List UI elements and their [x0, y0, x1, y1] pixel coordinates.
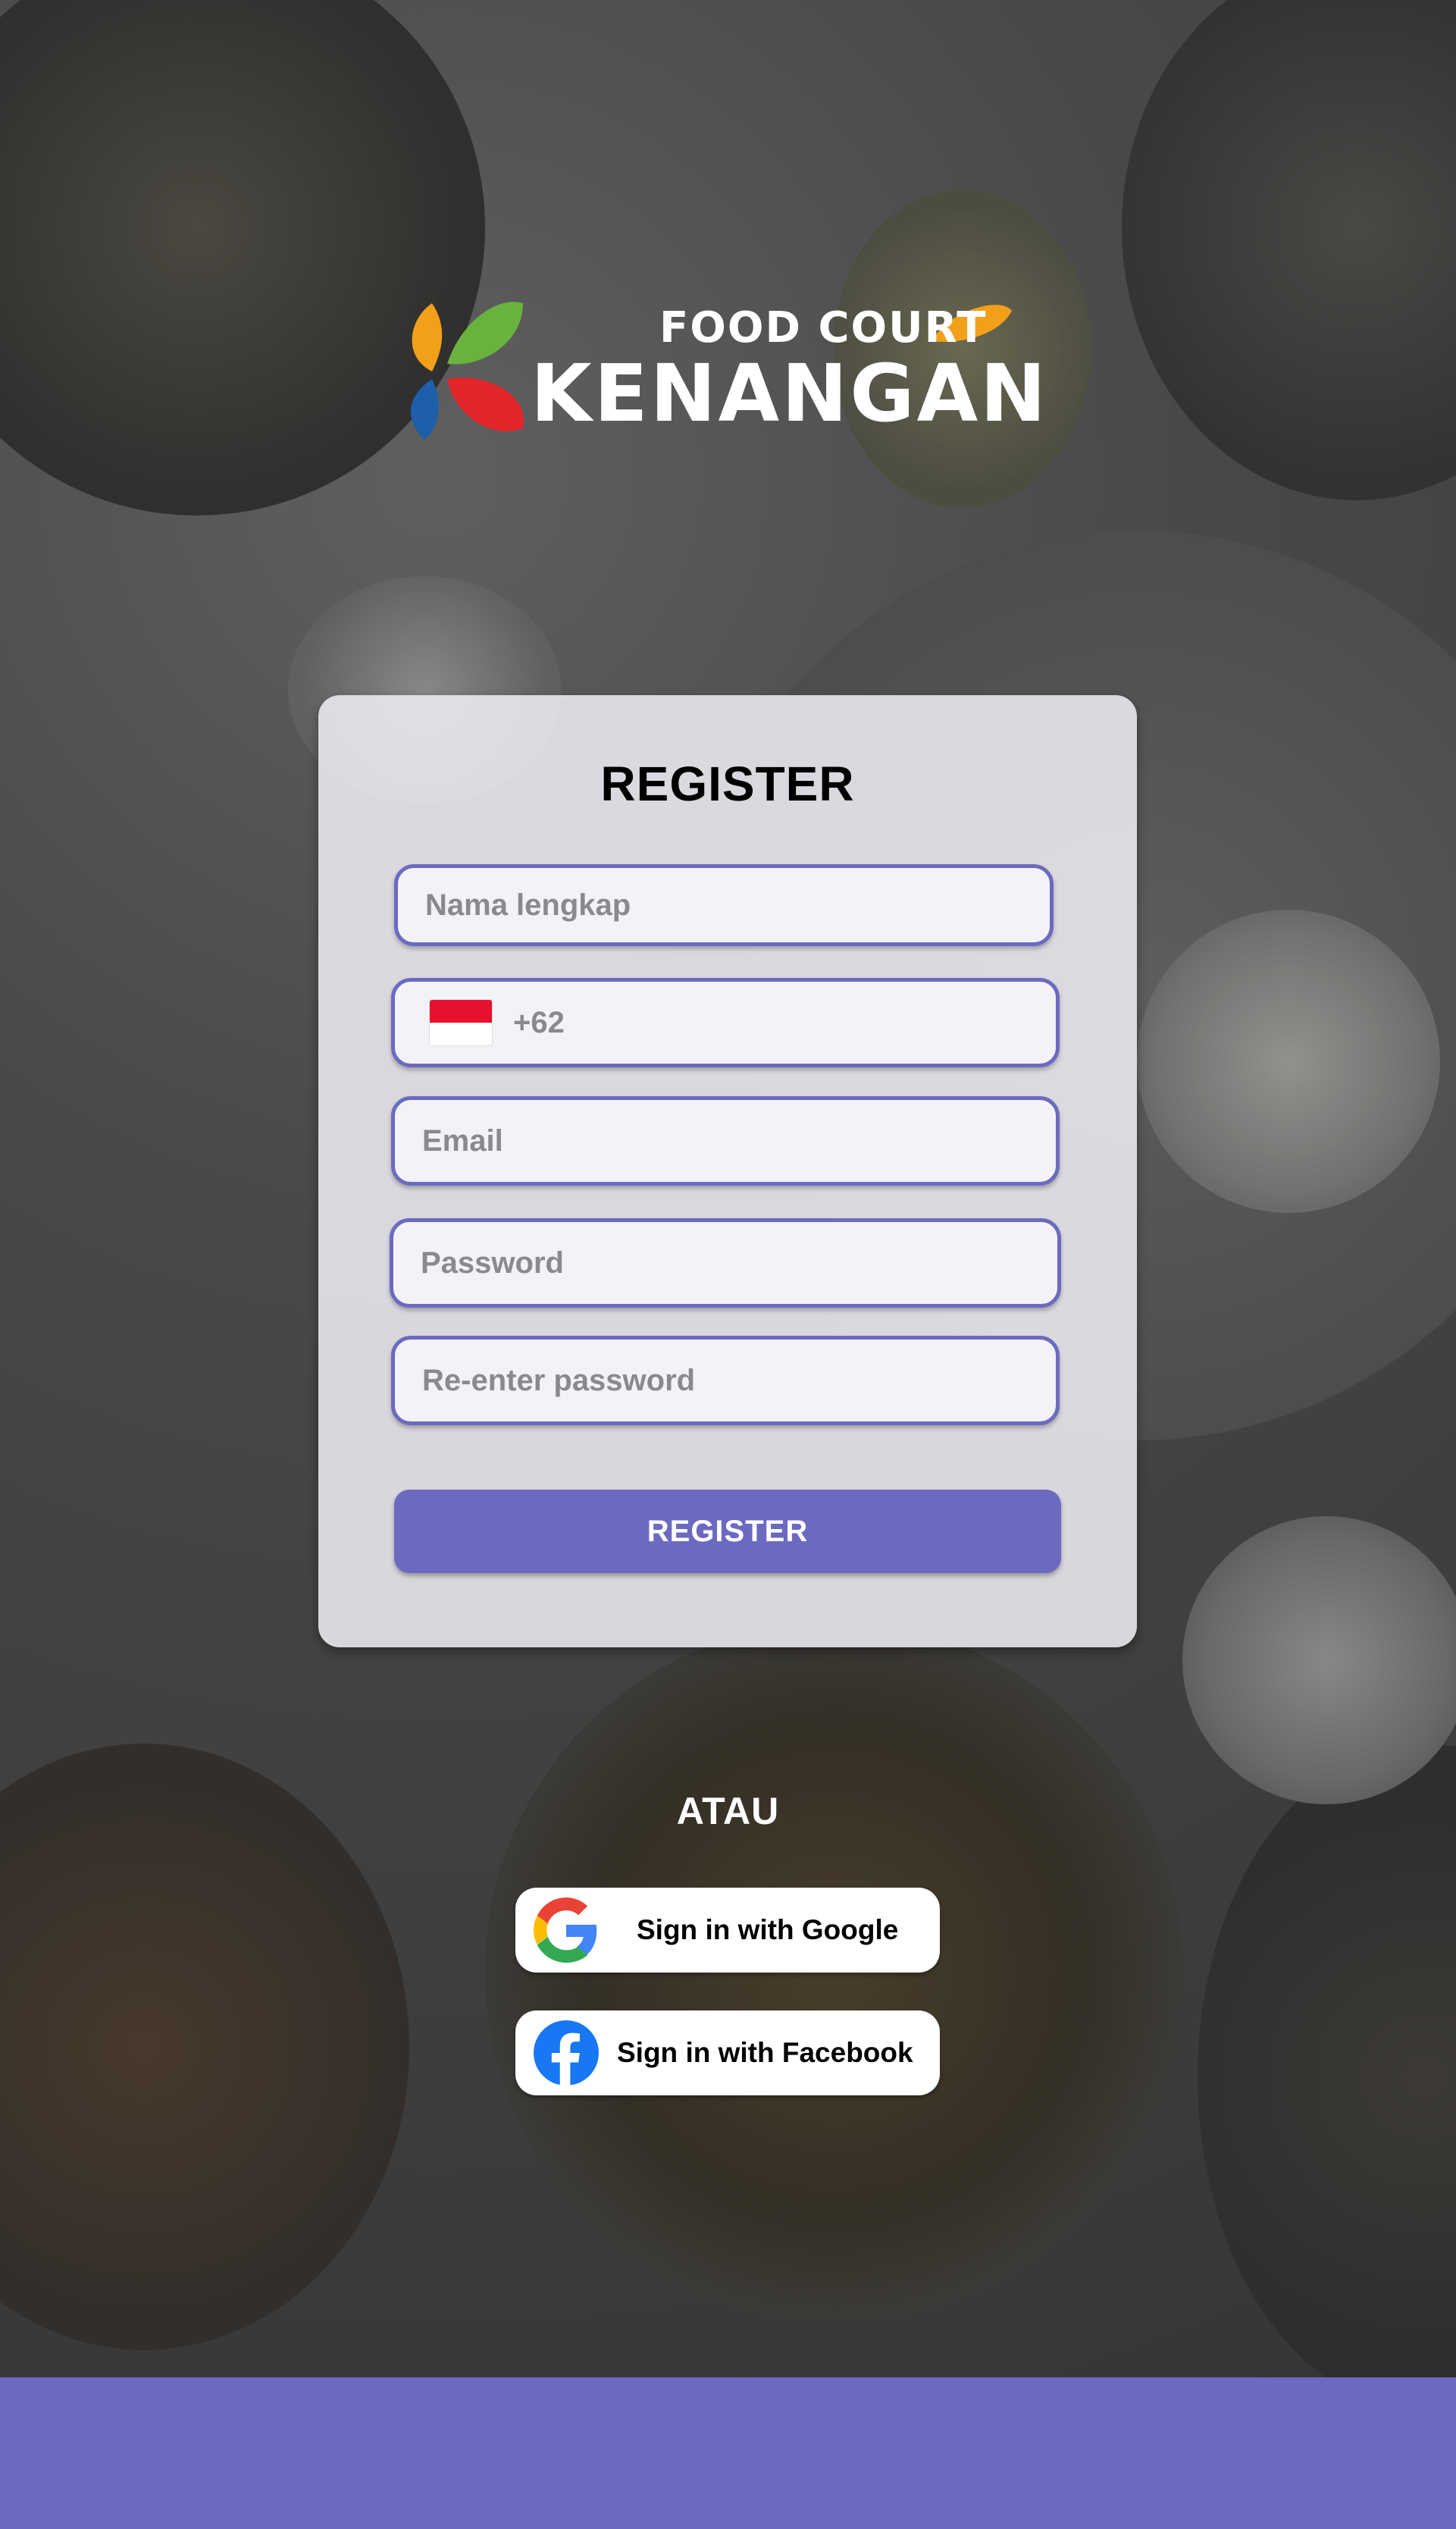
footer-band [0, 2377, 1456, 2529]
brand-title: KENANGAN [531, 347, 1049, 440]
phone-prefix: +62 [513, 1005, 565, 1039]
indonesia-flag-icon [430, 1000, 492, 1045]
google-icon [534, 1898, 597, 1963]
name-field[interactable] [394, 864, 1054, 946]
email-field[interactable] [391, 1096, 1060, 1186]
password-field[interactable] [390, 1218, 1061, 1308]
register-button[interactable]: REGISTER [394, 1490, 1061, 1573]
page-title: REGISTER [600, 757, 855, 811]
google-signin-label: Sign in with Google [637, 1914, 899, 1945]
brand-logo: FOOD COURT KENANGAN [402, 288, 1046, 447]
name-input[interactable] [398, 888, 1050, 923]
phone-input[interactable] [564, 1005, 1056, 1040]
brand-subtitle: FOOD COURT [659, 303, 988, 353]
facebook-signin-button[interactable]: Sign in with Facebook [515, 2010, 940, 2095]
divider-text: ATAU [676, 1790, 780, 1832]
facebook-icon [534, 2020, 599, 2086]
register-card: REGISTER +62 REGISTER [318, 695, 1137, 1647]
password-input[interactable] [393, 1246, 1057, 1280]
repassword-input[interactable] [395, 1363, 1056, 1398]
email-input[interactable] [395, 1123, 1056, 1158]
repassword-field[interactable] [391, 1336, 1060, 1425]
facebook-signin-label: Sign in with Facebook [617, 2037, 913, 2068]
google-signin-button[interactable]: Sign in with Google [515, 1888, 940, 1973]
phone-field[interactable]: +62 [391, 978, 1060, 1067]
